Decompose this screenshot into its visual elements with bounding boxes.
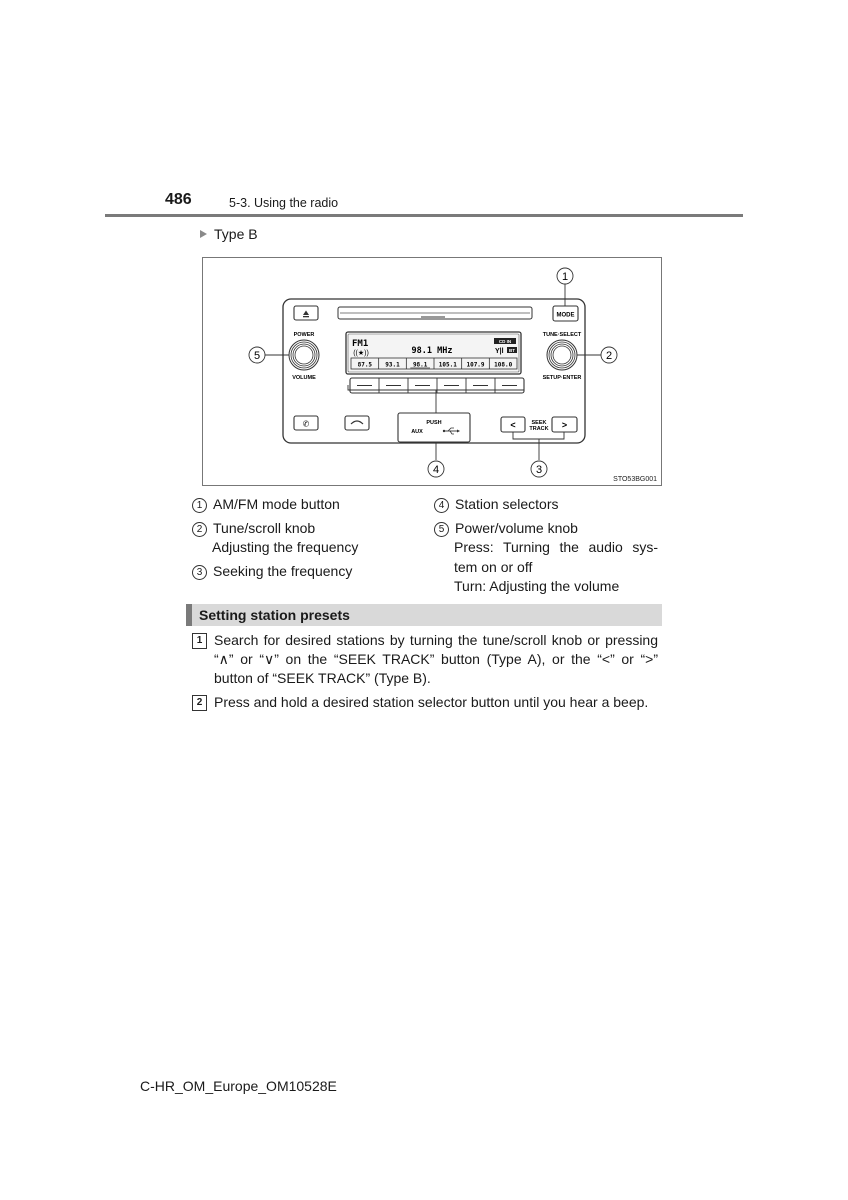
legend-right: 4 Station selectors 5 Power/volume knob Pr…: [434, 495, 664, 597]
callout-number: 1: [192, 498, 207, 513]
legend-item-1: 1 AM/FM mode button: [192, 495, 422, 515]
svg-text:<: <: [510, 420, 515, 430]
preset-2: 93.1: [385, 362, 400, 369]
preset-1: 87.5: [358, 362, 373, 369]
figure-code: STO53BG001: [613, 476, 657, 483]
push-label: PUSH: [426, 420, 441, 426]
radio-illustration: MODE POWER VOLUME TUNE·SELECT SETUP·ENTE…: [248, 267, 618, 478]
svg-text:BT: BT: [509, 348, 515, 353]
type-label-text: Type B: [214, 226, 258, 242]
callout-3: 3: [530, 460, 548, 478]
frequency-readout: 98.1 MHz: [412, 346, 453, 356]
section-title: 5-3. Using the radio: [229, 196, 339, 210]
step-text: Press and hold a desired station selecto…: [214, 694, 649, 710]
callout-number: 3: [192, 564, 207, 580]
track-label: TRACK: [529, 426, 548, 432]
section-heading: Setting station presets: [186, 604, 662, 626]
document-code: C-HR_OM_Europe_OM10528E: [140, 1078, 337, 1094]
phone-pickup-icon: ✆: [303, 420, 310, 429]
step-2: 2 Press and hold a desired station selec…: [192, 693, 658, 712]
legend-item-4: 4 Station selectors: [434, 495, 664, 515]
svg-text:2: 2: [606, 350, 612, 362]
lcd-display: FM1 ((★)) 98.1 MHz CD IN Y|l BT 87.5 93.1…: [345, 331, 522, 375]
svg-text:>: >: [562, 420, 567, 430]
preset-4: 105.1: [439, 362, 457, 369]
mode-label: MODE: [557, 313, 575, 319]
svg-text:1: 1: [562, 271, 568, 283]
station-selector-buttons: [349, 377, 525, 394]
tune-select-label: TUNE·SELECT: [543, 332, 582, 338]
legend-left: 1 AM/FM mode button 2 Tune/scroll knob Adj…: [192, 495, 422, 581]
power-label: POWER: [294, 332, 315, 338]
antenna-icon: Y|l: [495, 348, 504, 355]
mode-button: MODE: [552, 305, 579, 322]
type-label: Type B: [200, 226, 258, 242]
callout-number: 5: [434, 521, 449, 537]
power-volume-knob: [288, 339, 320, 371]
svg-text:4: 4: [433, 464, 439, 476]
signal-icon: ((★)): [353, 349, 369, 357]
seek-prev-button: <: [500, 416, 526, 433]
callout-5: 5: [248, 346, 266, 364]
preset-6: 108.0: [494, 362, 512, 369]
callout-4: 4: [427, 460, 445, 478]
phone-pickup-button: ✆: [293, 415, 319, 431]
legend-item-5: 5 Power/volume knob Press: Turning the au…: [434, 519, 664, 597]
svg-text:5: 5: [254, 350, 260, 362]
phone-hangup-button: [344, 415, 370, 431]
legend-item-3: 3 Seeking the frequency: [192, 562, 422, 582]
seek-next-button: >: [551, 416, 578, 433]
setup-enter-label: SETUP·ENTER: [543, 375, 582, 381]
step-1: 1 Search for desired stations by turning…: [192, 631, 658, 689]
svg-text:CD IN: CD IN: [499, 339, 511, 344]
legend-item-2: 2 Tune/scroll knob Adjusting the frequenc…: [192, 519, 422, 558]
volume-label: VOLUME: [292, 375, 316, 381]
tune-scroll-knob: [546, 339, 578, 371]
step-number: 2: [192, 695, 207, 711]
radio-figure: MODE POWER VOLUME TUNE·SELECT SETUP·ENTE…: [202, 257, 662, 486]
callout-number: 4: [434, 498, 449, 513]
band-label: FM1: [352, 339, 368, 349]
preset-5: 107.9: [466, 362, 484, 369]
page-number: 486: [165, 191, 192, 208]
callout-number: 2: [192, 521, 207, 537]
aux-label: AUX: [411, 429, 423, 435]
triangle-bullet-icon: [200, 230, 207, 238]
callout-2: 2: [600, 346, 618, 364]
section-heading-text: Setting station presets: [199, 607, 350, 623]
header-divider: [105, 214, 743, 217]
cd-slot: [337, 306, 533, 320]
svg-text:3: 3: [536, 464, 542, 476]
aux-usb-port: PUSH AUX: [397, 412, 471, 443]
step-text: Search for desired stations by turning t…: [214, 632, 658, 687]
step-number: 1: [192, 633, 207, 649]
callout-1: 1: [556, 267, 574, 285]
eject-button: [293, 305, 319, 321]
